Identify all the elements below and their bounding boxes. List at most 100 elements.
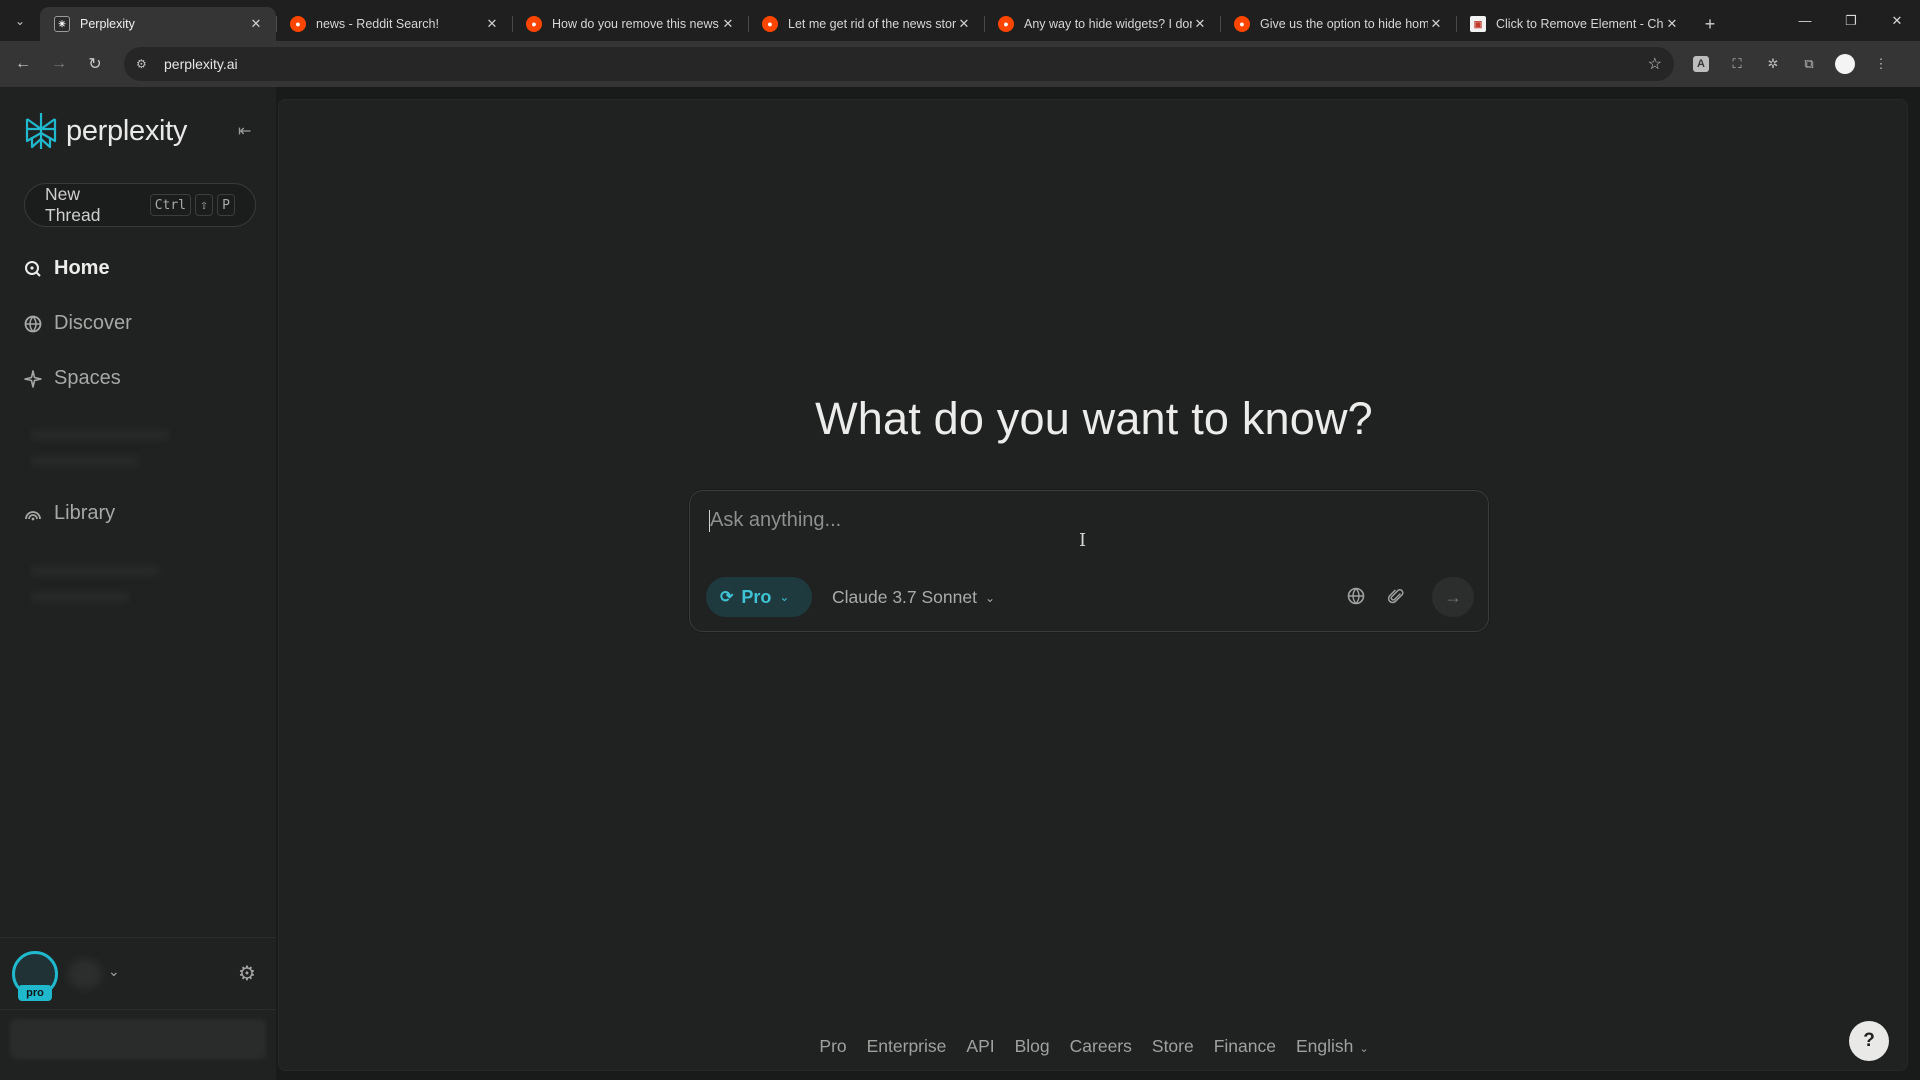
tab-title: Perplexity [80, 17, 135, 31]
url-text: perplexity.ai [164, 56, 238, 72]
paperclip-icon[interactable] [1387, 587, 1405, 610]
restore-icon[interactable]: ❐ [1828, 0, 1874, 41]
reload-icon[interactable]: ↻ [80, 49, 110, 79]
browser-tab[interactable]: ● How do you remove this news ✕ [512, 7, 748, 41]
browser-tab[interactable]: ▣ Click to Remove Element - Chr ✕ [1456, 7, 1692, 41]
forward-arrow-icon[interactable]: → [44, 49, 74, 79]
browser-tab-bar: ⌄ ✳ Perplexity ✕ ● news - Reddit Search!… [0, 0, 1920, 41]
blurred-library-item [30, 565, 160, 577]
extension-favicon: ▣ [1470, 16, 1486, 32]
footer-link-careers[interactable]: Careers [1070, 1036, 1132, 1057]
model-label: Claude 3.7 Sonnet [832, 587, 977, 607]
key-shift: ⇧ [195, 194, 213, 216]
tab-close-icon[interactable]: ✕ [248, 16, 264, 32]
browser-menu-icon[interactable]: ⋮ [1870, 53, 1892, 75]
tab-close-icon[interactable]: ✕ [1428, 16, 1444, 32]
reddit-favicon: ● [762, 16, 778, 32]
pro-search-icon: ⟳ [720, 589, 734, 606]
blurred-spaces-item [30, 455, 140, 467]
browser-tab[interactable]: ● Give us the option to hide hom ✕ [1220, 7, 1456, 41]
footer-link-store[interactable]: Store [1152, 1036, 1194, 1057]
tab-close-icon[interactable]: ✕ [956, 16, 972, 32]
main-content: What do you want to know? Ask anything..… [278, 99, 1908, 1071]
key-ctrl: Ctrl [149, 194, 191, 216]
tab-title: Give us the option to hide hom [1260, 17, 1428, 31]
browser-tab[interactable]: ● news - Reddit Search! ✕ [276, 7, 512, 41]
model-selector[interactable]: Claude 3.7 Sonnet ⌄ [832, 587, 995, 608]
pro-mode-toggle[interactable]: ⟳ Pro ⌄ [706, 577, 812, 617]
chevron-down-icon: ⌄ [1359, 1043, 1369, 1055]
perplexity-favicon: ✳ [54, 16, 70, 32]
minimize-icon[interactable]: — [1782, 0, 1828, 41]
translate-extension-icon[interactable]: A [1690, 53, 1712, 75]
sidebar-item-label: Home [54, 257, 110, 279]
footer-link-pro[interactable]: Pro [819, 1036, 846, 1057]
footer-link-finance[interactable]: Finance [1214, 1036, 1276, 1057]
sidebar: perplexity ⇤ New Thread Ctrl ⇧ P Home Di… [0, 87, 276, 1080]
key-p: P [217, 194, 235, 216]
profile-avatar-icon[interactable] [1834, 53, 1856, 75]
search-input[interactable]: Ask anything... [710, 509, 841, 532]
blurred-library-item [30, 591, 130, 603]
chevron-down-icon: ⌄ [779, 590, 790, 604]
close-window-icon[interactable]: ✕ [1874, 0, 1920, 41]
perplexity-logo-icon [25, 113, 57, 149]
reddit-favicon: ● [1234, 16, 1250, 32]
sidebar-item-discover[interactable]: Discover [22, 312, 132, 335]
site-info-icon[interactable]: ⚙ [136, 57, 158, 71]
extension-icon[interactable]: ✲ [1762, 53, 1784, 75]
submit-button[interactable]: → [1432, 577, 1474, 617]
tab-close-icon[interactable]: ✕ [1664, 16, 1680, 32]
new-thread-button[interactable]: New Thread Ctrl ⇧ P [24, 183, 256, 227]
new-thread-label: New Thread [45, 184, 101, 225]
keyboard-shortcut: Ctrl ⇧ P [149, 194, 235, 216]
tab-search-chevron-icon[interactable]: ⌄ [0, 0, 40, 41]
footer-link-api[interactable]: API [966, 1036, 994, 1057]
chevron-down-icon: ⌄ [984, 590, 996, 605]
extensions-puzzle-icon[interactable]: ⧉ [1798, 53, 1820, 75]
reddit-favicon: ● [998, 16, 1014, 32]
chevron-down-icon[interactable]: ⌄ [108, 963, 120, 980]
mouse-text-cursor-icon: I [1079, 530, 1087, 551]
browser-tab[interactable]: ● Any way to hide widgets? I don ✕ [984, 7, 1220, 41]
tab-title: How do you remove this news [552, 17, 719, 31]
tab-title: news - Reddit Search! [316, 17, 439, 31]
reddit-favicon: ● [290, 16, 306, 32]
sparkle-icon [22, 368, 44, 390]
tab-close-icon[interactable]: ✕ [1192, 16, 1208, 32]
footer-link-blog[interactable]: Blog [1015, 1036, 1050, 1057]
browser-toolbar: ← → ↻ ⚙ perplexity.ai ☆ A ⛶ ✲ ⧉ ⋮ [0, 41, 1920, 87]
sidebar-item-label: Library [54, 502, 116, 524]
browser-tab[interactable]: ● Let me get rid of the news story ✕ [748, 7, 984, 41]
screenshot-extension-icon[interactable]: ⛶ [1726, 53, 1748, 75]
language-selector[interactable]: English ⌄ [1296, 1036, 1369, 1057]
collapse-sidebar-icon[interactable]: ⇤ [238, 121, 251, 141]
sidebar-item-label: Discover [54, 312, 132, 334]
bookmark-star-icon[interactable]: ☆ [1648, 54, 1662, 74]
sidebar-divider [0, 1009, 276, 1010]
gear-icon[interactable]: ⚙ [238, 961, 256, 986]
back-arrow-icon[interactable]: ← [8, 49, 38, 79]
new-tab-plus-icon[interactable]: + [1692, 7, 1728, 41]
address-bar[interactable]: ⚙ perplexity.ai ☆ [124, 47, 1674, 81]
help-button[interactable]: ? [1849, 1021, 1889, 1061]
search-circle-icon [22, 258, 44, 280]
logo-text: perplexity [66, 114, 188, 147]
sidebar-item-home[interactable]: Home [22, 257, 110, 280]
tab-close-icon[interactable]: ✕ [484, 16, 500, 32]
tab-close-icon[interactable]: ✕ [720, 16, 736, 32]
pro-badge: pro [18, 985, 52, 1001]
tab-title: Let me get rid of the news story [788, 17, 956, 31]
page-title: What do you want to know? [815, 393, 1373, 444]
ask-input-box[interactable]: Ask anything... ⟳ Pro ⌄ Claude 3.7 Sonne… [689, 490, 1489, 632]
perplexity-app: perplexity ⇤ New Thread Ctrl ⇧ P Home Di… [0, 87, 1920, 1080]
language-label: English [1295, 1036, 1354, 1056]
sidebar-item-library[interactable]: Library [22, 502, 115, 525]
footer-link-enterprise[interactable]: Enterprise [867, 1036, 947, 1057]
pro-mode-label: Pro [741, 586, 772, 607]
sidebar-item-spaces[interactable]: Spaces [22, 367, 121, 390]
browser-tab[interactable]: ✳ Perplexity ✕ [40, 7, 276, 41]
blurred-spaces-item [30, 429, 170, 441]
logo[interactable]: perplexity [22, 111, 187, 151]
globe-icon[interactable] [1347, 587, 1365, 610]
